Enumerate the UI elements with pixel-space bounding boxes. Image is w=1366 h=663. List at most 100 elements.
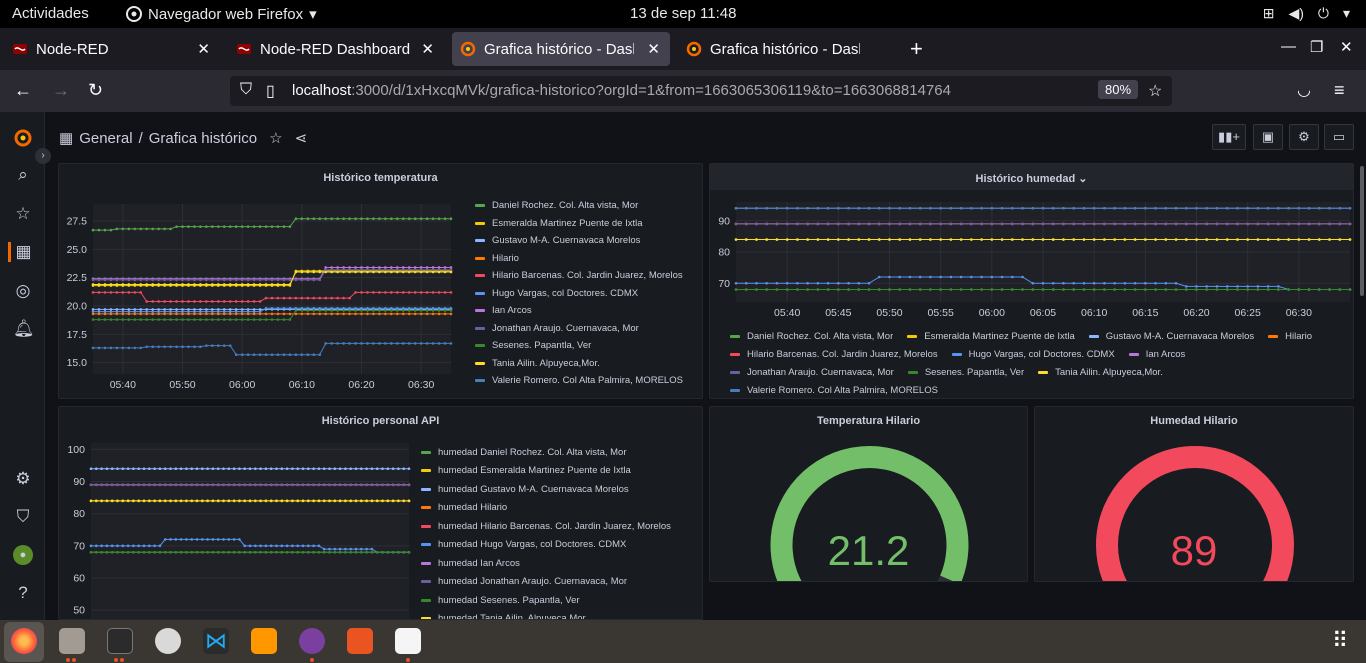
legend-item[interactable]: humedad Jonathan Araujo. Cuernavaca, Mor <box>421 573 701 592</box>
legend-item[interactable]: humedad Gustavo M-A. Cuernavaca Morelos <box>421 480 701 499</box>
legend-item[interactable]: Tania Ailin. Alpuyeca,Mor. <box>1038 365 1163 379</box>
share-icon[interactable]: ⋖ <box>295 129 308 147</box>
clock[interactable]: 13 de sep 11:48 <box>630 5 736 22</box>
cycle-view-mode-button[interactable]: ▭ <box>1324 124 1354 150</box>
pocket-icon[interactable]: ◡ <box>1297 80 1311 100</box>
reload-button[interactable]: ↻ <box>88 80 103 101</box>
tab-node-red[interactable]: Node-RED ✕ <box>4 32 220 66</box>
software-center-icon[interactable] <box>347 628 373 654</box>
vscode-icon[interactable]: ⋈ <box>203 628 229 654</box>
system-tray[interactable]: ⊞ ◀) ⏻ ▾ <box>1263 5 1350 22</box>
close-icon[interactable]: ✕ <box>421 40 434 58</box>
navigation-toolbar: ← → ↻ ⛉ ▯ localhost:3000/d/1xHxcqMVk/gra… <box>0 70 1366 112</box>
temperature-chart[interactable]: 27.5 25.0 22.5 20.0 17.5 15.0 05:40 05:50 06:00 0… <box>59 188 459 399</box>
close-window-button[interactable]: ✕ <box>1340 38 1353 56</box>
terminal-icon[interactable] <box>107 628 133 654</box>
configuration-gear-icon[interactable]: ⚙ <box>13 469 33 489</box>
legend-item[interactable]: Valerie Romero. Col Alta Palmira, MORELO… <box>730 383 938 397</box>
legend-item[interactable]: Ian Arcos <box>1128 347 1185 361</box>
data-point <box>806 281 809 285</box>
legend-item[interactable]: humedad Sesenes. Papantla, Ver <box>421 591 701 610</box>
legend-item[interactable]: humedad Hilario Barcenas. Col. Jardin Ju… <box>421 517 701 536</box>
legend-item[interactable]: Hilario Barcenas. Col. Jardin Juarez, Mo… <box>475 267 700 285</box>
legend-item[interactable]: humedad Tania Ailin. Alpuyeca,Mor. <box>421 610 701 619</box>
app-menu[interactable]: Navegador web Firefox ▾ <box>126 5 317 23</box>
data-point <box>378 217 381 221</box>
legend-item[interactable]: Sesenes. Papantla, Ver <box>907 365 1024 379</box>
panel-historico-personal-api[interactable]: Histórico personal API 100 90 80 70 60 50 hum… <box>58 406 703 620</box>
legend-item[interactable]: Ian Arcos <box>475 302 700 320</box>
tab-grafica-historico-active[interactable]: Grafica histórico - Dashbo ✕ <box>452 32 670 66</box>
legend-item[interactable]: Esmeralda Martinez Puente de Ixtla <box>907 329 1075 343</box>
legend-item[interactable]: Hugo Vargas, col Doctores. CDMX <box>951 347 1115 361</box>
legend-item[interactable]: Jonathan Araujo. Cuernavaca, Mor <box>475 320 700 338</box>
sublime-text-icon[interactable] <box>251 628 277 654</box>
legend-item[interactable]: Hilario Barcenas. Col. Jardin Juarez, Mo… <box>730 347 938 361</box>
add-panel-button[interactable]: ▮▮+ <box>1212 124 1246 150</box>
dashboards-icon[interactable]: ▦ <box>8 242 36 262</box>
text-editor-icon[interactable] <box>395 628 421 654</box>
legend-item[interactable]: Daniel Rochez. Col. Alta vista, Mor <box>475 197 700 215</box>
legend-item[interactable]: humedad Ian Arcos <box>421 554 701 573</box>
files-icon[interactable] <box>59 628 85 654</box>
page-scrollbar[interactable] <box>1360 166 1364 296</box>
help-icon[interactable]: ? <box>13 583 33 603</box>
hamburger-menu-icon[interactable]: ≡ <box>1334 80 1345 101</box>
forward-button[interactable]: → <box>52 80 70 101</box>
url-text[interactable]: localhost:3000/d/1xHxcqMVk/grafica-histo… <box>292 82 951 99</box>
panel-historico-humedad[interactable]: Histórico humedad ⌄ 90 80 70 05:40 05:45 05:5… <box>709 163 1354 399</box>
zoom-indicator[interactable]: 80% <box>1098 80 1139 99</box>
panel-temperatura-hilario[interactable]: Temperatura Hilario 21.2 <box>709 406 1028 582</box>
legend-item[interactable]: Hugo Vargas, col Doctores. CDMX <box>475 285 700 303</box>
grafana-logo-icon[interactable] <box>13 128 33 148</box>
data-point <box>317 467 321 471</box>
user-avatar[interactable]: ● <box>13 545 33 565</box>
search-icon[interactable]: ⌕ <box>13 165 33 185</box>
legend-item[interactable]: humedad Esmeralda Martinez Puente de Ixt… <box>421 462 701 481</box>
back-button[interactable]: ← <box>14 80 32 101</box>
new-tab-button[interactable]: + <box>910 36 923 62</box>
address-bar[interactable]: ⛉ ▯ localhost:3000/d/1xHxcqMVk/grafica-h… <box>230 76 1172 106</box>
chromium-icon[interactable] <box>155 628 181 654</box>
close-icon[interactable]: ✕ <box>197 40 210 58</box>
panel-historico-temperatura[interactable]: Histórico temperatura 27.5 25.0 22.5 20.0 17… <box>58 163 703 399</box>
server-admin-shield-icon[interactable]: ⛉ <box>13 507 33 527</box>
legend-item[interactable]: Hilario <box>1268 329 1312 343</box>
close-icon[interactable]: ✕ <box>643 40 660 58</box>
legend-item[interactable]: Tania Ailin. Alpuyeca,Mor. <box>475 355 700 373</box>
legend-item[interactable]: humedad Hilario <box>421 499 701 518</box>
panel-humedad-hilario[interactable]: Humedad Hilario 89 <box>1034 406 1354 582</box>
api-humidity-chart[interactable]: 100 90 80 70 60 50 <box>59 433 414 620</box>
activities-button[interactable]: Actividades <box>12 5 89 22</box>
data-point <box>755 222 758 226</box>
explore-icon[interactable]: ◎ <box>13 281 33 301</box>
maximize-button[interactable]: ❐ <box>1310 38 1323 56</box>
breadcrumb-folder[interactable]: General <box>79 130 132 147</box>
starred-icon[interactable]: ☆ <box>13 204 33 224</box>
save-dashboard-button[interactable]: ▣ <box>1253 124 1283 150</box>
legend-item[interactable]: humedad Daniel Rochez. Col. Alta vista, … <box>421 443 701 462</box>
github-desktop-icon[interactable] <box>299 628 325 654</box>
bookmark-star-icon[interactable]: ☆ <box>1148 81 1162 101</box>
legend-item[interactable]: Esmeralda Martinez Puente de Ixtla <box>475 215 700 233</box>
dashboard-settings-button[interactable]: ⚙ <box>1289 124 1319 150</box>
minimize-button[interactable]: — <box>1281 38 1296 55</box>
star-dashboard-icon[interactable]: ☆ <box>269 129 282 147</box>
breadcrumb-dashboard-title[interactable]: Grafica histórico <box>149 130 257 147</box>
legend-item[interactable]: Gustavo M-A. Cuernavaca Morelos <box>475 232 700 250</box>
panel-title[interactable]: Histórico humedad ⌄ <box>710 172 1353 185</box>
firefox-icon[interactable] <box>11 628 37 654</box>
legend-item[interactable]: Jonathan Araujo. Cuernavaca, Mor <box>730 365 894 379</box>
legend-item[interactable]: Daniel Rochez. Col. Alta vista, Mor <box>730 329 893 343</box>
tab-grafica-historico[interactable]: Grafica histórico - Dashbo <box>678 32 896 66</box>
tab-node-red-dashboard[interactable]: Node-RED Dashboard ✕ <box>228 32 444 66</box>
alerting-icon[interactable]: 🔔︎ <box>13 319 35 339</box>
shield-icon[interactable]: ⛉ <box>240 81 252 99</box>
legend-item[interactable]: humedad Hugo Vargas, col Doctores. CDMX <box>421 536 701 555</box>
humidity-chart[interactable]: 90 80 70 05:40 05:45 05:50 05:55 06:00 06:05 06:1… <box>710 192 1354 332</box>
legend-item[interactable]: Hilario <box>475 250 700 268</box>
show-applications-icon[interactable]: ⠿ <box>1332 628 1348 654</box>
legend-item[interactable]: Gustavo M-A. Cuernavaca Morelos <box>1088 329 1254 343</box>
legend-item[interactable]: Sesenes. Papantla, Ver <box>475 337 700 355</box>
legend-item[interactable]: Valerie Romero. Col Alta Palmira, MORELO… <box>475 372 700 390</box>
